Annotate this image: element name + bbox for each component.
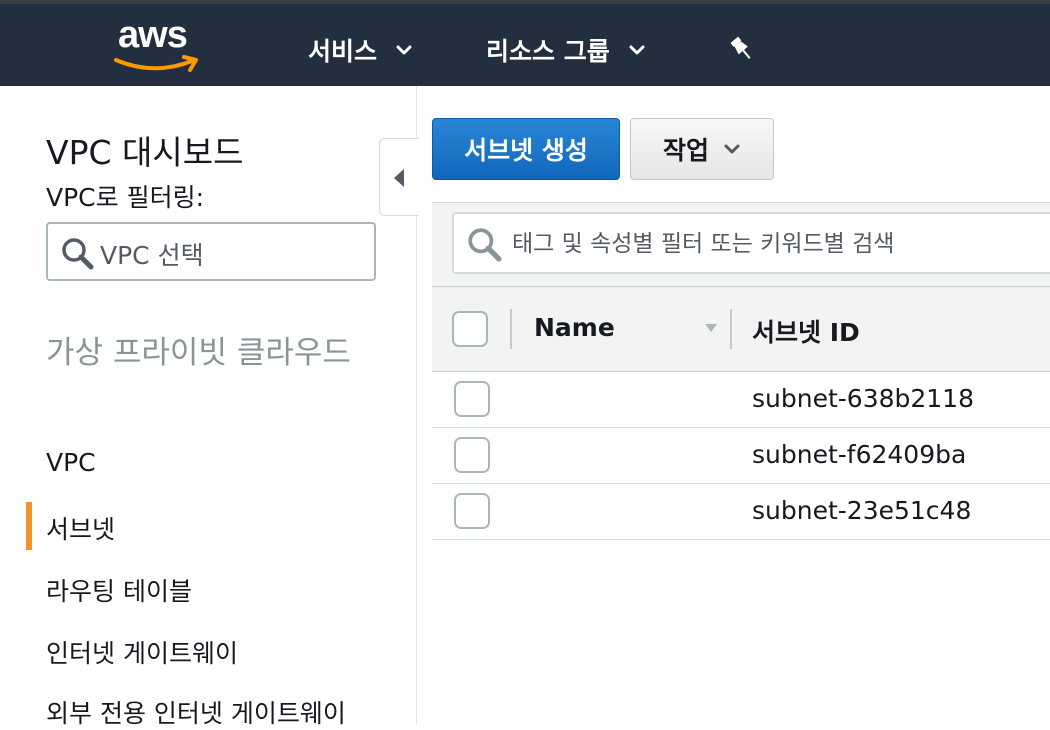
chevron-down-icon — [629, 45, 645, 55]
pin-icon[interactable] — [728, 34, 756, 64]
resource-groups-menu[interactable]: 리소스 그룹 — [486, 32, 646, 68]
filter-search-box[interactable] — [452, 212, 1050, 274]
resource-groups-menu-label: 리소스 그룹 — [486, 37, 610, 66]
subnet-id-cell: subnet-23e51c48 — [752, 496, 972, 525]
sidebar-title[interactable]: VPC 대시보드 — [46, 126, 243, 174]
subnet-id-cell: subnet-f62409ba — [752, 440, 967, 469]
sort-caret-down-icon[interactable] — [704, 323, 718, 333]
sidebar-item-subnets[interactable]: 서브넷 — [46, 510, 115, 546]
vpc-filter-label: VPC로 필터링: — [46, 183, 205, 212]
actions-dropdown-label: 작업 — [662, 136, 709, 165]
sidebar-section-heading: 가상 프라이빗 클라우드 — [46, 335, 351, 371]
row-checkbox[interactable] — [454, 493, 490, 529]
sidebar-item-vpc[interactable]: VPC — [46, 448, 96, 477]
column-header-subnet-id[interactable]: 서브넷 ID — [752, 313, 860, 349]
row-checkbox[interactable] — [454, 437, 490, 473]
actions-dropdown-button[interactable]: 작업 — [630, 118, 774, 180]
filter-bar — [432, 202, 1050, 286]
active-item-indicator — [26, 502, 32, 550]
column-divider — [730, 309, 732, 349]
subnets-table-panel: Name 서브넷 ID subnet-638b2118 subnet-f6240… — [432, 202, 1050, 540]
column-header-name[interactable]: Name — [534, 313, 615, 342]
vpc-select[interactable]: VPC 선택 — [46, 222, 376, 281]
filter-search-input[interactable] — [512, 224, 1050, 264]
subnet-id-cell: subnet-638b2118 — [752, 384, 974, 413]
table-header: Name 서브넷 ID — [432, 286, 1050, 372]
chevron-down-icon — [724, 144, 740, 154]
select-all-checkbox[interactable] — [452, 311, 488, 347]
table-row[interactable]: subnet-23e51c48 — [432, 484, 1050, 540]
vpc-select-placeholder: VPC 선택 — [100, 241, 204, 270]
sidebar-item-internet-gateways[interactable]: 인터넷 게이트웨이 — [46, 634, 238, 670]
top-navigation-bar: aws 서비스 리소스 그룹 — [0, 0, 1050, 86]
services-menu-label: 서비스 — [308, 37, 378, 66]
sidebar-item-route-tables[interactable]: 라우팅 테이블 — [46, 572, 192, 608]
aws-logo[interactable]: aws — [114, 14, 204, 76]
search-icon — [468, 228, 502, 262]
sidebar: VPC 대시보드 VPC로 필터링: VPC 선택 가상 프라이빗 클라우드 V… — [0, 86, 417, 728]
table-row[interactable]: subnet-f62409ba — [432, 428, 1050, 484]
table-row[interactable]: subnet-638b2118 — [432, 372, 1050, 428]
sidebar-item-egress-only-internet-gateways[interactable]: 외부 전용 인터넷 게이트웨이 — [46, 694, 346, 730]
aws-logo-text: aws — [118, 14, 188, 56]
services-menu[interactable]: 서비스 — [308, 32, 413, 68]
caret-left-icon — [394, 169, 404, 187]
search-icon — [62, 238, 94, 270]
chevron-down-icon — [396, 45, 412, 55]
row-checkbox[interactable] — [454, 381, 490, 417]
collapse-sidebar-button[interactable] — [379, 138, 419, 216]
aws-smile-icon — [114, 55, 198, 72]
column-divider — [510, 309, 512, 349]
create-subnet-button[interactable]: 서브넷 생성 — [432, 118, 620, 180]
